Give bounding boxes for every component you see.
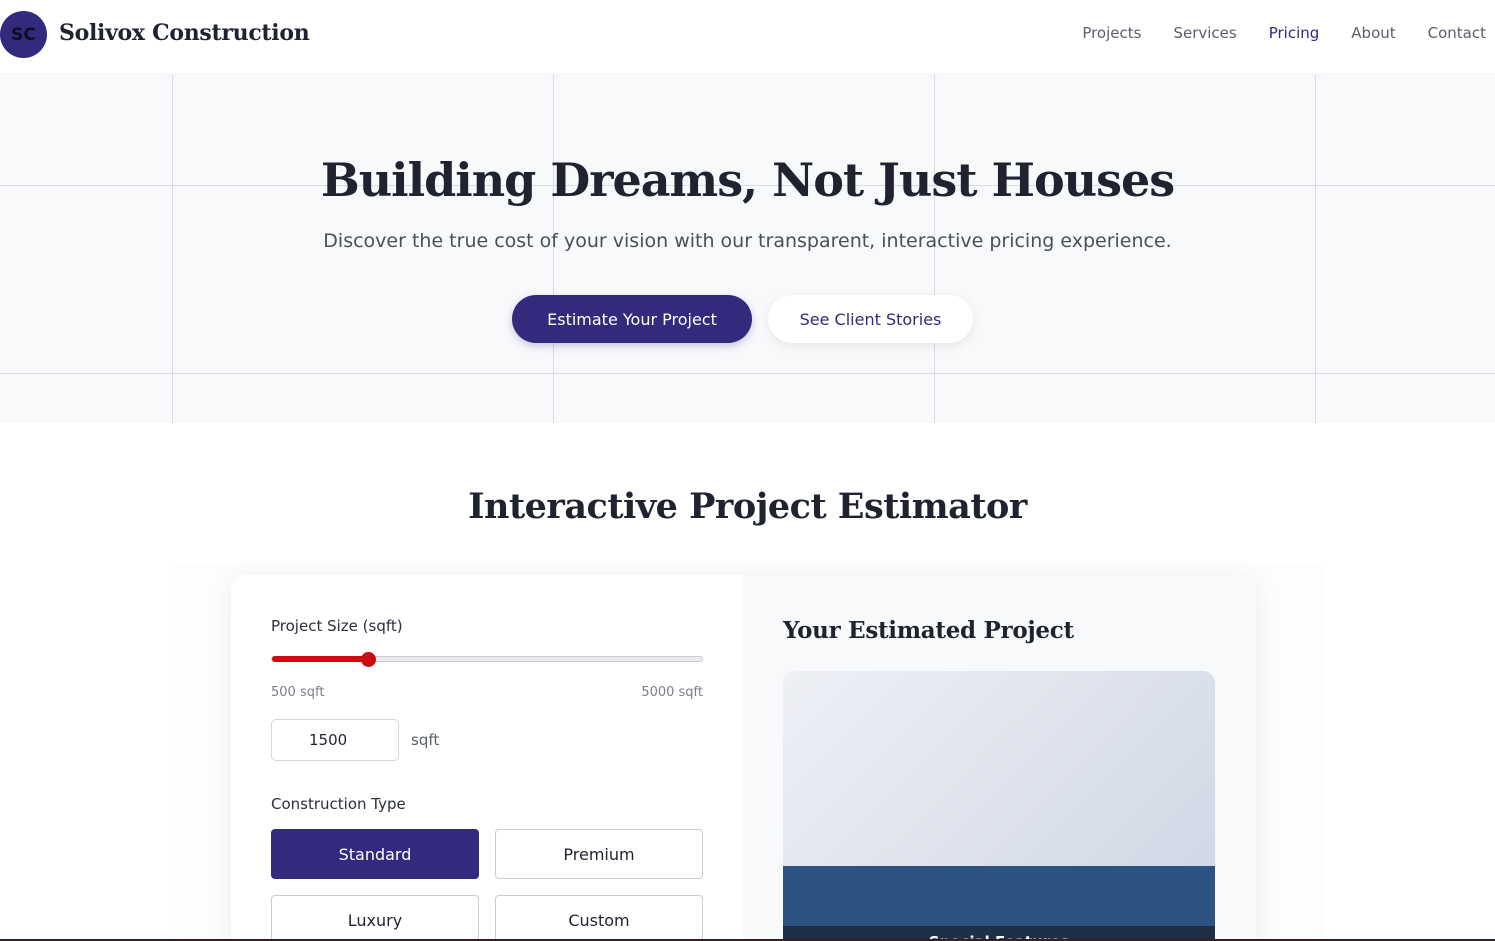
hero-subtitle: Discover the true cost of your vision wi… xyxy=(323,230,1172,252)
logo-badge[interactable]: SC xyxy=(0,11,47,58)
nav-contact[interactable]: Contact xyxy=(1428,24,1486,42)
site-header: SC Solivox Construction Projects Service… xyxy=(0,0,1495,75)
size-unit: sqft xyxy=(411,731,440,749)
construction-type-label: Construction Type xyxy=(271,795,406,813)
estimator-card: Project Size (sqft) 500 sqft 5000 sqft s… xyxy=(231,575,1256,941)
logo-initials: SC xyxy=(11,24,36,45)
hero-title: Building Dreams, Not Just Houses xyxy=(320,153,1175,207)
estimate-panel: Your Estimated Project Special Features xyxy=(743,575,1256,941)
size-min-label: 500 sqft xyxy=(271,685,325,700)
nav-about[interactable]: About xyxy=(1351,24,1395,42)
nav-projects[interactable]: Projects xyxy=(1082,24,1141,42)
project-size-label: Project Size (sqft) xyxy=(271,617,403,635)
grid-line xyxy=(0,373,1495,374)
project-size-input[interactable] xyxy=(271,719,399,761)
project-preview: Special Features xyxy=(783,671,1215,941)
hero-section: Building Dreams, Not Just Houses Discove… xyxy=(0,75,1495,423)
brand-name[interactable]: Solivox Construction xyxy=(59,20,310,46)
nav-pricing[interactable]: Pricing xyxy=(1269,24,1320,42)
size-max-label: 5000 sqft xyxy=(641,685,703,700)
project-size-slider[interactable] xyxy=(271,652,703,667)
slider-thumb[interactable] xyxy=(361,652,376,667)
type-luxury-button[interactable]: Luxury xyxy=(271,895,479,941)
estimator-title: Interactive Project Estimator xyxy=(468,486,1027,527)
estimate-title: Your Estimated Project xyxy=(783,617,1074,644)
client-stories-button[interactable]: See Client Stories xyxy=(768,295,973,343)
type-premium-button[interactable]: Premium xyxy=(495,829,703,879)
slider-fill xyxy=(272,656,368,662)
estimate-project-button[interactable]: Estimate Your Project xyxy=(512,295,752,343)
main-nav: Projects Services Pricing About Contact xyxy=(1082,24,1486,42)
type-custom-button[interactable]: Custom xyxy=(495,895,703,941)
nav-services[interactable]: Services xyxy=(1173,24,1236,42)
type-standard-button[interactable]: Standard xyxy=(271,829,479,879)
